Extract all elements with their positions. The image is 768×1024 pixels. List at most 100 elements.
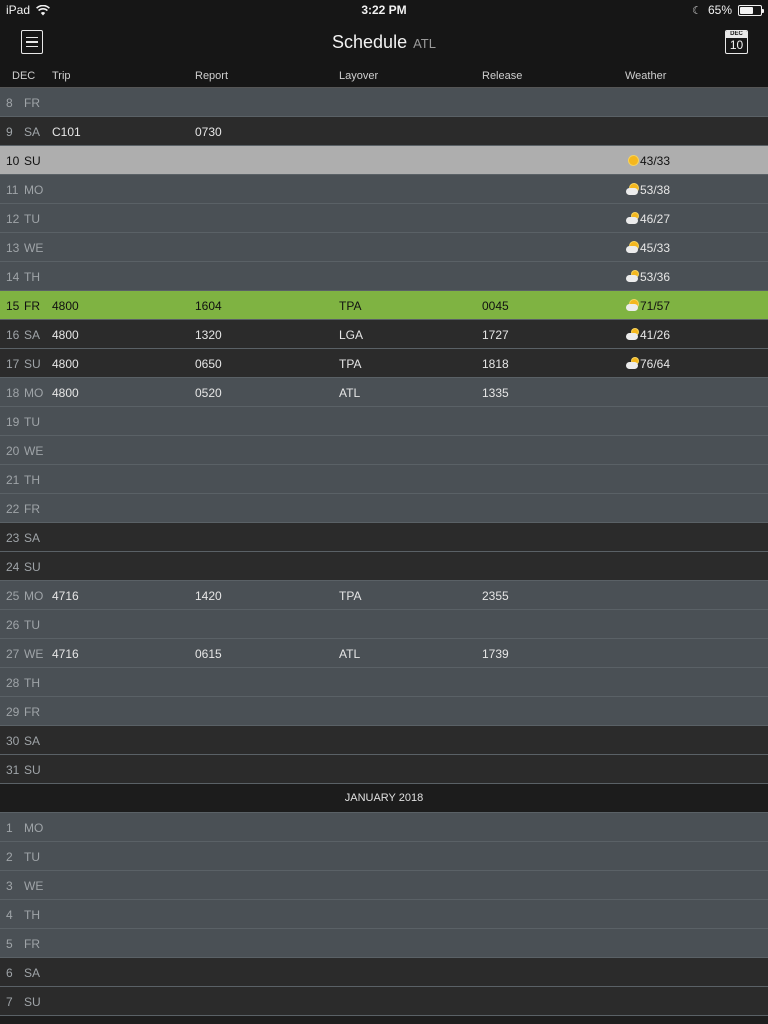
weather-temps: 53/38 [640,183,671,197]
layover-cell: TPA [339,357,362,371]
calendar-today-button[interactable]: DEC 10 [725,30,748,54]
day-of-week: MO [24,386,44,400]
weather-cell: 53/38 [626,183,670,197]
weather-temps: 45/33 [640,241,671,255]
day-number: 4 [6,908,13,922]
release-cell: 0045 [482,299,509,313]
schedule-row[interactable]: 27 WE 4716 0615 ATL 1739 [0,639,768,668]
schedule-row[interactable]: 18 MO 4800 0520 ATL 1335 [0,378,768,407]
schedule-row[interactable]: 5 FR [0,929,768,958]
schedule-row[interactable]: 24 SU [0,552,768,581]
day-number: 7 [6,995,13,1009]
day-of-week: WE [24,444,44,458]
schedule-row[interactable]: 26 TU [0,610,768,639]
day-number: 30 [6,734,20,748]
trip-cell: C101 [52,125,81,139]
weather-cell: 43/33 [626,154,670,168]
schedule-row[interactable]: 29 FR [0,697,768,726]
release-cell: 1818 [482,357,509,371]
day-number: 11 [6,183,19,197]
partly-sunny-icon [626,300,639,311]
day-of-week: SA [24,966,41,980]
schedule-row[interactable]: 13 WE 45/33 [0,233,768,262]
day-of-week: TU [24,212,40,226]
day-number: 1 [6,821,13,835]
schedule-row[interactable]: 20 WE [0,436,768,465]
schedule-list[interactable]: 8 FR 9 SA C101 0730 10 SU 43/33 11 MO 53/38 12 TU 46/2… [0,88,768,1016]
schedule-row[interactable]: 31 SU [0,755,768,784]
day-number: 19 [6,415,20,429]
day-of-week: WE [24,879,44,893]
day-of-week: TU [24,415,40,429]
schedule-row[interactable]: 30 SA [0,726,768,755]
nav-title-group: Schedule ATL [0,32,768,53]
day-of-week: WE [24,241,44,255]
calendar-icon-month: DEC [726,31,747,38]
schedule-row[interactable]: 7 SU [0,987,768,1016]
schedule-row[interactable]: 23 SA [0,523,768,552]
partly-sunny-icon [626,184,639,195]
report-cell: 0615 [195,647,222,661]
day-number: 27 [6,647,20,661]
layover-cell: LGA [339,328,364,342]
weather-cell: 76/64 [626,357,670,371]
day-number: 26 [6,618,20,632]
trip-cell: 4800 [52,328,79,342]
day-of-week: TU [24,850,40,864]
column-header: DEC Trip Report Layover Release Weather [0,64,768,88]
partly-sunny-icon [626,242,639,253]
day-of-week: MO [24,589,44,603]
day-number: 9 [6,125,13,139]
trip-cell: 4716 [52,647,79,661]
schedule-row[interactable]: 6 SA [0,958,768,987]
trip-cell: 4800 [52,386,79,400]
schedule-row[interactable]: 14 TH 53/36 [0,262,768,291]
weather-cell: 46/27 [626,212,670,226]
day-number: 18 [6,386,20,400]
day-of-week: SA [24,531,41,545]
release-cell: 2355 [482,589,509,603]
schedule-row[interactable]: 15 FR 4800 1604 TPA 0045 71/57 [0,291,768,320]
schedule-row[interactable]: 21 TH [0,465,768,494]
schedule-row[interactable]: 11 MO 53/38 [0,175,768,204]
schedule-row[interactable]: 3 WE [0,871,768,900]
trip-cell: 4800 [52,357,79,371]
schedule-row[interactable]: 17 SU 4800 0650 TPA 1818 76/64 [0,349,768,378]
day-of-week: FR [24,705,40,719]
day-of-week: TH [24,270,40,284]
cloudy-icon [626,329,639,340]
weather-temps: 41/26 [640,328,671,342]
schedule-row[interactable]: 19 TU [0,407,768,436]
schedule-row[interactable]: 22 FR [0,494,768,523]
schedule-row[interactable]: 28 TH [0,668,768,697]
schedule-row[interactable]: 16 SA 4800 1320 LGA 1727 41/26 [0,320,768,349]
schedule-row[interactable]: 8 FR [0,88,768,117]
schedule-row[interactable]: 2 TU [0,842,768,871]
weather-cell: 45/33 [626,241,670,255]
page-title: Schedule [332,32,408,52]
weather-cell: 41/26 [626,328,670,342]
header-release: Release [482,70,523,82]
day-of-week: SA [24,734,41,748]
report-cell: 1420 [195,589,222,603]
layover-cell: TPA [339,299,362,313]
battery-icon [738,4,764,16]
day-number: 28 [6,676,20,690]
status-right: ☾ 65% [692,3,764,17]
schedule-row[interactable]: 9 SA C101 0730 [0,117,768,146]
release-cell: 1727 [482,328,509,342]
schedule-row[interactable]: 25 MO 4716 1420 TPA 2355 [0,581,768,610]
weather-cell: 71/57 [626,299,670,313]
schedule-row[interactable]: 4 TH [0,900,768,929]
weather-temps: 53/36 [640,270,671,284]
schedule-row[interactable]: 12 TU 46/27 [0,204,768,233]
day-number: 15 [6,299,20,313]
day-number: 20 [6,444,20,458]
layover-cell: ATL [339,647,361,661]
schedule-row[interactable]: 1 MO [0,813,768,842]
schedule-row[interactable]: 10 SU 43/33 [0,146,768,175]
day-of-week: SU [24,357,41,371]
layover-cell: ATL [339,386,361,400]
battery-percent: 65% [707,3,732,17]
report-cell: 0650 [195,357,222,371]
